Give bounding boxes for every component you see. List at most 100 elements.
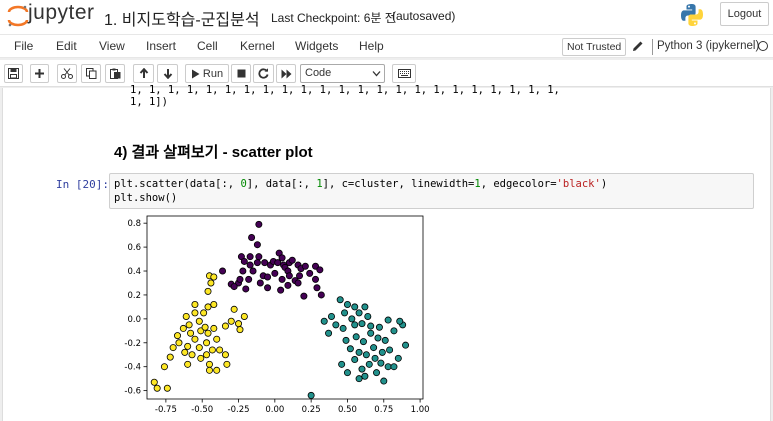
scatter-point-cluster-1 bbox=[355, 348, 363, 356]
scatter-point-cluster-2 bbox=[204, 329, 212, 337]
scatter-point-cluster-2 bbox=[163, 384, 171, 392]
scatter-point-cluster-0 bbox=[245, 275, 253, 283]
scatter-point-cluster-0 bbox=[255, 253, 263, 261]
scatter-point-cluster-1 bbox=[394, 354, 402, 362]
scatter-point-cluster-1 bbox=[358, 365, 366, 373]
code-cell-editor[interactable]: plt.scatter(data[:, 0], data[:, 1], c=cl… bbox=[109, 173, 754, 209]
trust-status-button[interactable]: Not Trusted bbox=[562, 38, 627, 56]
scatter-point-cluster-1 bbox=[346, 345, 354, 353]
scatter-point-cluster-2 bbox=[203, 351, 211, 359]
kernel-idle-indicator-icon bbox=[758, 41, 768, 51]
x-tick-label: 1.00 bbox=[411, 405, 430, 415]
move-cell-down-button[interactable] bbox=[157, 64, 178, 83]
restart-kernel-button[interactable] bbox=[253, 64, 274, 83]
markdown-heading[interactable]: 4) 결과 살펴보기 - scatter plot bbox=[114, 141, 313, 162]
scatter-point-cluster-2 bbox=[184, 360, 192, 368]
copy-icon bbox=[85, 68, 96, 79]
interrupt-kernel-button[interactable] bbox=[231, 64, 251, 83]
scatter-point-cluster-0 bbox=[313, 284, 321, 292]
insert-cell-button[interactable] bbox=[30, 64, 49, 83]
scatter-point-cluster-2 bbox=[195, 344, 203, 352]
y-tick-label: 0.2 bbox=[127, 291, 141, 301]
scatter-point-cluster-2 bbox=[207, 279, 215, 287]
menu-edit[interactable]: Edit bbox=[56, 39, 77, 53]
scatter-point-cluster-2 bbox=[204, 287, 212, 295]
y-tick-label: 0.0 bbox=[127, 315, 141, 325]
command-palette-button[interactable] bbox=[392, 64, 416, 83]
scatter-point-cluster-2 bbox=[200, 309, 208, 317]
scatter-point-cluster-2 bbox=[184, 342, 192, 350]
scatter-point-cluster-1 bbox=[348, 315, 356, 323]
scatter-point-cluster-0 bbox=[255, 220, 263, 228]
scatter-point-cluster-2 bbox=[182, 312, 190, 320]
kernel-name[interactable]: Python 3 (ipykernel) bbox=[657, 40, 759, 52]
scatter-point-cluster-2 bbox=[204, 303, 212, 311]
scatter-point-cluster-2 bbox=[227, 317, 235, 325]
scatter-point-cluster-0 bbox=[306, 269, 314, 277]
scatter-point-cluster-0 bbox=[312, 275, 320, 283]
scatter-point-cluster-1 bbox=[365, 360, 373, 368]
input-prompt: In [20]: bbox=[56, 178, 109, 191]
scatter-point-cluster-2 bbox=[160, 363, 168, 371]
scatter-point-cluster-0 bbox=[271, 269, 279, 277]
keyboard-icon bbox=[397, 69, 411, 78]
scatter-point-cluster-0 bbox=[246, 261, 254, 269]
scatter-point-cluster-1 bbox=[375, 323, 383, 331]
pencil-icon[interactable] bbox=[632, 40, 644, 52]
scatter-point-cluster-1 bbox=[342, 336, 350, 344]
cell-type-select[interactable]: Code bbox=[300, 64, 385, 83]
scatter-point-cluster-1 bbox=[396, 317, 404, 325]
scatter-point-cluster-0 bbox=[301, 262, 309, 270]
last-checkpoint-text: Last Checkpoint: 6분 전 bbox=[271, 11, 396, 25]
copy-button[interactable] bbox=[81, 64, 101, 83]
stop-icon bbox=[237, 69, 245, 78]
logout-button[interactable]: Logout bbox=[720, 2, 769, 26]
scatter-point-cluster-0 bbox=[316, 266, 324, 274]
run-button[interactable]: Run bbox=[185, 64, 229, 83]
scatter-point-cluster-1 bbox=[359, 338, 367, 346]
scissors-icon bbox=[61, 68, 73, 79]
scatter-point-cluster-2 bbox=[208, 346, 216, 354]
scatter-point-cluster-2 bbox=[210, 273, 218, 281]
restart-run-all-button[interactable] bbox=[276, 64, 296, 83]
scatter-point-cluster-1 bbox=[378, 348, 386, 356]
scatter-point-cluster-2 bbox=[197, 354, 205, 362]
save-button[interactable] bbox=[4, 64, 23, 83]
code-line-1: plt.scatter(data[:, 0], data[:, 1], c=cl… bbox=[114, 178, 608, 190]
scatter-point-cluster-1 bbox=[390, 363, 398, 371]
menu-insert[interactable]: Insert bbox=[146, 39, 176, 53]
x-tick-label: 0.75 bbox=[374, 405, 393, 415]
notebook-title[interactable]: 1. 비지도학습-군집분석 bbox=[104, 6, 260, 30]
scatter-point-cluster-1 bbox=[338, 360, 346, 368]
scatter-point-cluster-1 bbox=[384, 316, 392, 324]
toolbar: Run Code bbox=[0, 60, 773, 87]
scatter-point-cluster-2 bbox=[213, 366, 221, 374]
jupyter-logo-text[interactable]: jupyter bbox=[28, 1, 95, 25]
scatter-point-cluster-0 bbox=[285, 272, 293, 280]
menu-help[interactable]: Help bbox=[359, 39, 384, 53]
scatter-point-cluster-2 bbox=[150, 378, 158, 386]
menu-file[interactable]: File bbox=[14, 39, 33, 53]
scatter-point-cluster-1 bbox=[384, 363, 392, 371]
scatter-point-cluster-0 bbox=[256, 279, 264, 287]
y-tick-label: -0.4 bbox=[124, 363, 141, 373]
cut-button[interactable] bbox=[57, 64, 77, 83]
scatter-point-cluster-1 bbox=[364, 312, 372, 320]
scatter-point-cluster-2 bbox=[191, 301, 199, 309]
menu-widgets[interactable]: Widgets bbox=[295, 39, 338, 53]
python-logo-icon bbox=[681, 4, 703, 26]
scatter-point-cluster-0 bbox=[288, 256, 296, 264]
scatter-point-cluster-2 bbox=[188, 351, 196, 359]
x-tick-label: -0.25 bbox=[228, 405, 250, 415]
menu-view[interactable]: View bbox=[99, 39, 125, 53]
scatter-point-cluster-0 bbox=[246, 253, 254, 261]
y-tick-label: 0.8 bbox=[127, 219, 141, 229]
menu-cell[interactable]: Cell bbox=[197, 39, 218, 53]
scatter-point-cluster-1 bbox=[367, 329, 375, 337]
paste-button[interactable] bbox=[105, 64, 125, 83]
menu-kernel[interactable]: Kernel bbox=[240, 39, 275, 53]
run-button-label: Run bbox=[202, 67, 224, 80]
scatter-point-cluster-1 bbox=[332, 321, 340, 329]
move-cell-up-button[interactable] bbox=[133, 64, 154, 83]
y-tick-label: 0.6 bbox=[127, 243, 141, 253]
